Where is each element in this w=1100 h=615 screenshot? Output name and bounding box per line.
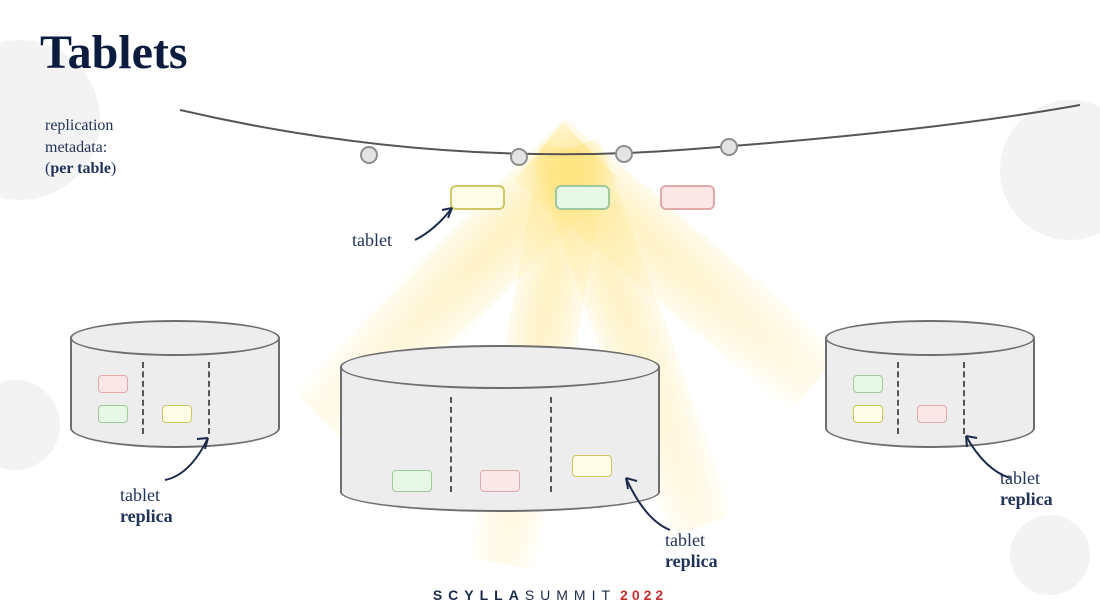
footer: SCYLLASUMMIT2022 [0,587,1100,603]
ring-node [720,138,738,156]
cylinder-mid [340,345,660,515]
meta-line1: replication [45,117,113,134]
replica-label-mid: tablet replica [665,530,718,572]
replica-label-right: tablet replica [1000,468,1053,510]
replica-box-pink [917,405,947,423]
replica-label-left: tablet replica [120,485,173,527]
metadata-label: replication metadata: (per table) [45,115,116,180]
replica-line2: replica [1000,489,1053,509]
meta-line3-post: ) [111,160,116,177]
replica-line1: tablet [1000,468,1040,488]
tablet-label: tablet [352,230,392,251]
replica-box-yellow [853,405,883,423]
replica-box-pink [480,470,520,492]
replica-box-green [98,405,128,423]
replica-line2: replica [665,551,718,571]
replica-box-green [392,470,432,492]
footer-year: 2022 [620,587,667,603]
ring-node [510,148,528,166]
ring-line [180,100,1080,180]
ring-node [360,146,378,164]
tablet-green [555,185,610,210]
replica-line2: replica [120,506,173,526]
replica-line1: tablet [665,530,705,550]
replica-box-yellow [572,455,612,477]
ring-node [615,145,633,163]
bg-blob [0,380,60,470]
tablet-pink [660,185,715,210]
replica-box-green [853,375,883,393]
meta-line3-bold: per table [50,160,111,177]
arrow-icon [410,200,470,250]
arrow-icon [160,430,230,490]
replica-box-yellow [162,405,192,423]
replica-box-pink [98,375,128,393]
replica-line1: tablet [120,485,160,505]
slide-stage: Tablets replication metadata: (per table… [0,0,1100,615]
footer-brand-b: SUMMIT [525,587,616,603]
meta-line2: metadata: [45,139,107,156]
bg-blob [1010,515,1090,595]
footer-brand-a: SCYLLA [433,587,525,603]
page-title: Tablets [40,25,188,80]
